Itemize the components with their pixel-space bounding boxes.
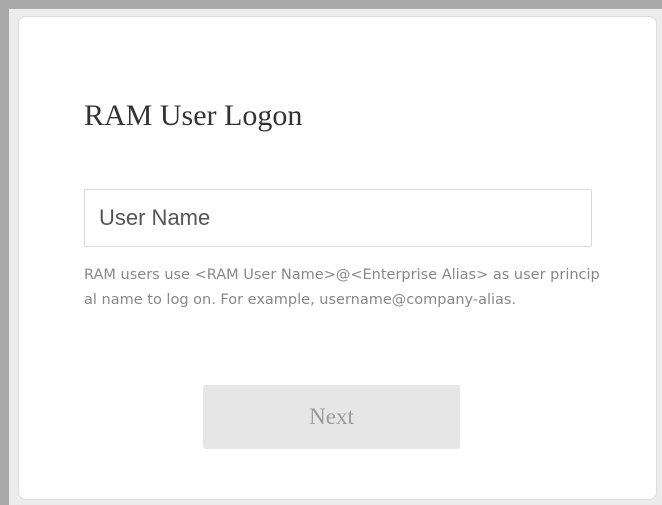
logon-card: RAM User Logon RAM users use <RAM User N… [18, 16, 657, 500]
page-title: RAM User Logon [84, 99, 303, 132]
username-hint: RAM users use <RAM User Name>@<Enterpris… [84, 267, 600, 308]
next-button[interactable]: Next [203, 385, 460, 449]
username-input[interactable] [84, 189, 592, 247]
